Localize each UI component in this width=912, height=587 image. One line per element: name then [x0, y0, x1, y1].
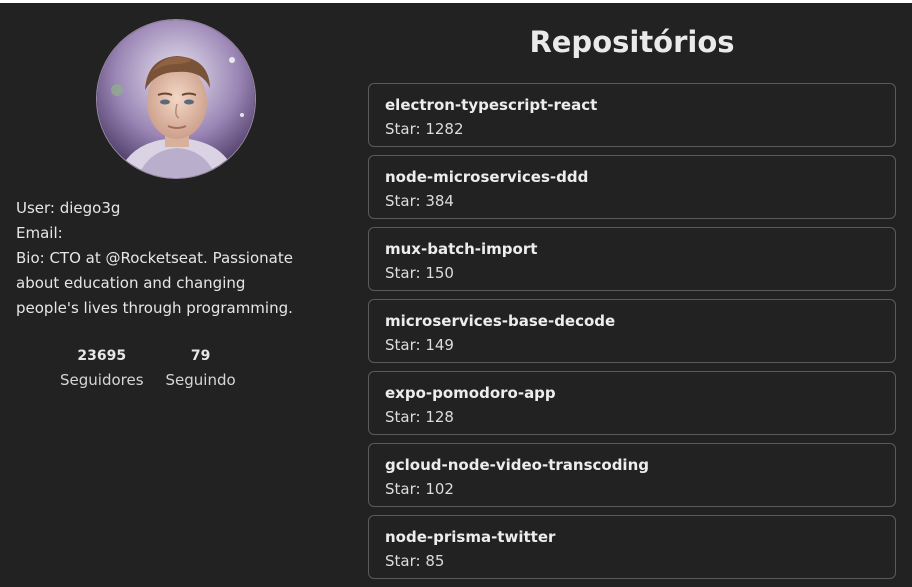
repo-stars: Star: 149 [385, 336, 454, 354]
followers-count: 23695 [77, 348, 127, 364]
avatar [96, 19, 256, 179]
repo-name: node-prisma-twitter [385, 528, 556, 546]
repo-list: electron-typescript-react Star: 1282 nod… [368, 83, 896, 587]
repo-name: microservices-base-decode [385, 312, 616, 330]
user-avatar-photo-icon [97, 20, 255, 178]
repo-stars: Star: 1282 [385, 120, 464, 138]
followers-label: Seguidores [60, 371, 144, 389]
user-stats: 23695 Seguidores 79 Seguindo [60, 347, 300, 393]
user-bio-line-3: people's lives through programming. [16, 299, 293, 317]
repositories-panel: Repositórios electron-typescript-react S… [368, 3, 896, 582]
user-bio-line-2: about education and changing [16, 274, 246, 292]
repo-stars: Star: 85 [385, 552, 445, 570]
repo-stars: Star: 384 [385, 192, 454, 210]
user-email: Email: [16, 224, 63, 242]
page-title: Repositórios [529, 25, 735, 59]
repo-name: gcloud-node-video-transcoding [385, 456, 649, 474]
following-count: 79 [190, 348, 211, 364]
repo-name: electron-typescript-react [385, 96, 598, 114]
repo-card[interactable]: gcloud-node-video-transcoding Star: 102 [368, 443, 896, 507]
repo-card[interactable]: node-microservices-ddd Star: 384 [368, 155, 896, 219]
repo-card[interactable]: electron-typescript-react Star: 1282 [368, 83, 896, 147]
repo-card[interactable]: node-prisma-twitter Star: 85 [368, 515, 896, 579]
repo-card[interactable]: microservices-base-decode Star: 149 [368, 299, 896, 363]
repo-stars: Star: 150 [385, 264, 454, 282]
profile-sidebar: User: diego3g Email: Bio: CTO at @Rocket… [0, 3, 350, 582]
following-label: Seguindo [165, 371, 236, 389]
user-login: User: diego3g [16, 199, 121, 217]
user-bio-line-1: Bio: CTO at @Rocketseat. Passionate [16, 249, 293, 267]
repo-card[interactable]: expo-pomodoro-app Star: 128 [368, 371, 896, 435]
user-info: User: diego3g Email: Bio: CTO at @Rocket… [16, 196, 326, 321]
repo-stars: Star: 128 [385, 408, 454, 426]
repo-name: expo-pomodoro-app [385, 384, 556, 402]
repo-name: node-microservices-ddd [385, 168, 589, 186]
followers-stat: 23695 Seguidores [60, 347, 144, 393]
repo-stars: Star: 102 [385, 480, 454, 498]
repo-card[interactable]: mux-batch-import Star: 150 [368, 227, 896, 291]
following-stat: 79 Seguindo [166, 347, 236, 393]
repo-name: mux-batch-import [385, 240, 538, 258]
